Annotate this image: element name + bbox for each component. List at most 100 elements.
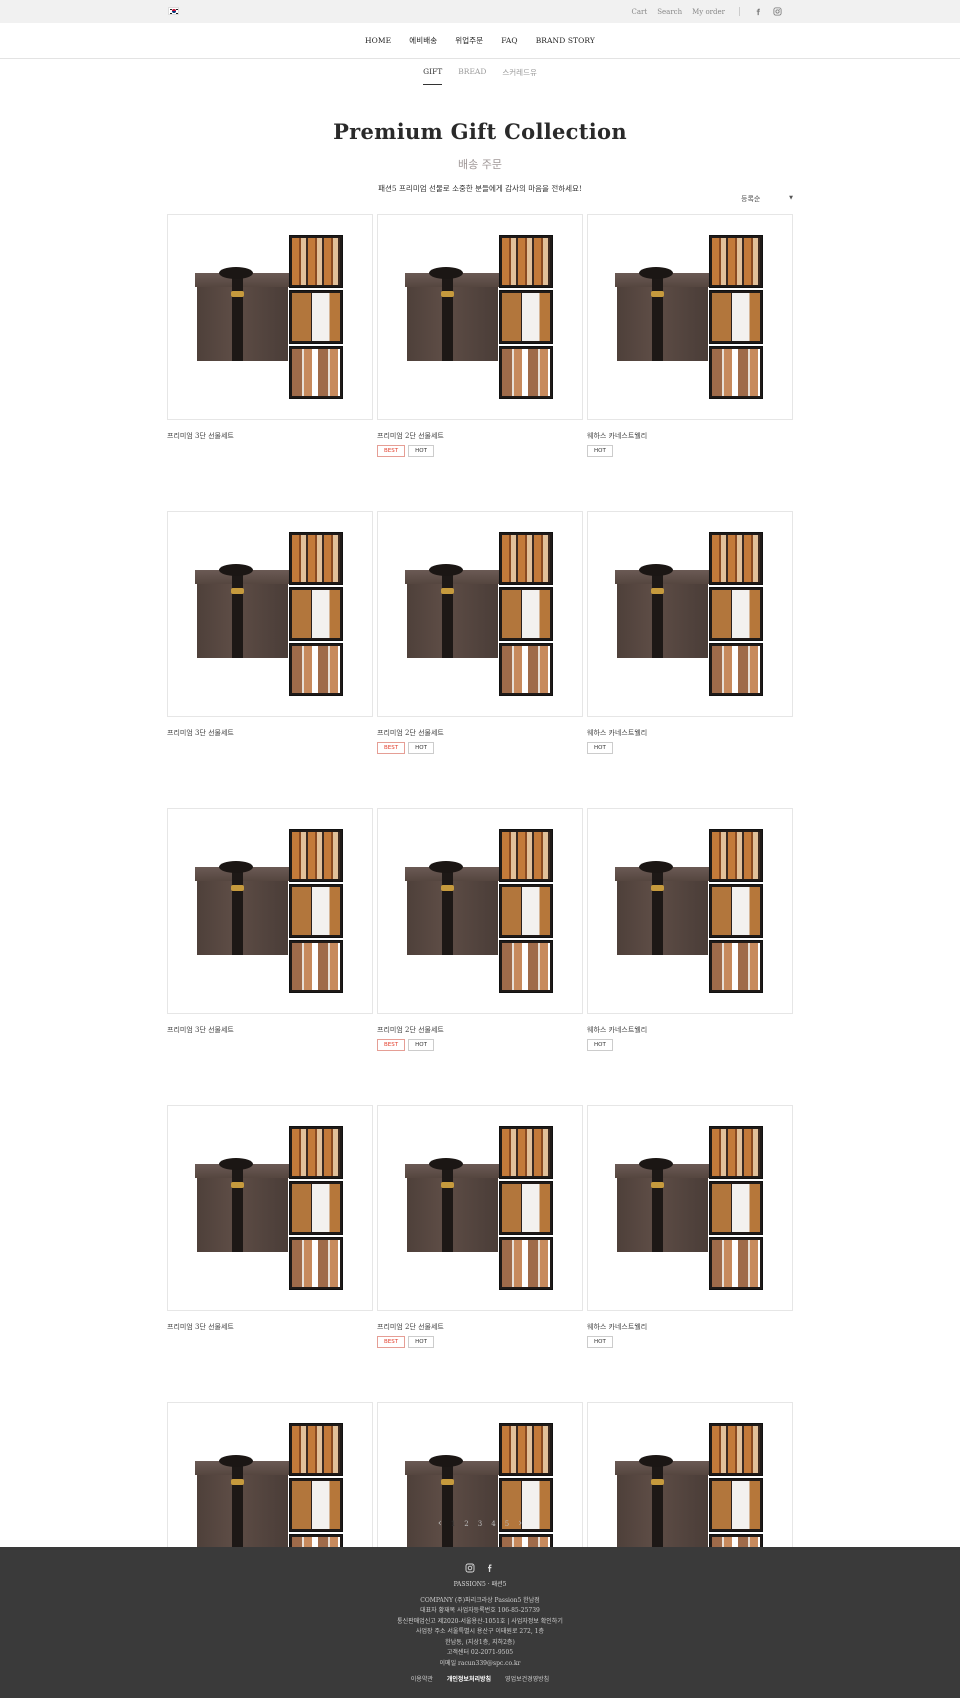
product-name[interactable]: 웨하스 카네스트웰리	[587, 1025, 793, 1035]
product-image[interactable]	[167, 1105, 373, 1311]
hot-badge: HOT	[587, 1336, 613, 1348]
prev-page-icon[interactable]: ‹	[438, 1518, 442, 1529]
my-order-link[interactable]: My order	[692, 8, 725, 16]
product-name[interactable]: 프리미엄 3단 선물세트	[167, 431, 373, 441]
product-image[interactable]	[167, 808, 373, 1014]
nav-home[interactable]: HOME	[364, 36, 392, 45]
product-image[interactable]	[587, 1105, 793, 1311]
gift-box-graphic	[195, 267, 290, 361]
instagram-icon[interactable]	[773, 7, 782, 16]
gift-box-graphic	[405, 1158, 500, 1252]
product-badges: HOT	[587, 1039, 793, 1051]
facebook-icon[interactable]	[754, 7, 763, 16]
health-policy-link[interactable]: 영업보건경영방침	[505, 1675, 549, 1686]
product-image[interactable]	[167, 511, 373, 717]
product-card[interactable]: 프리미엄 2단 선물세트 BESTHOT	[377, 1105, 583, 1348]
product-name[interactable]: 웨하스 카네스트웰리	[587, 431, 793, 441]
main-nav: HOME 에비배송 위업주문 FAQ BRAND STORY	[0, 23, 960, 59]
product-badges: BESTHOT	[377, 1039, 583, 1051]
search-link[interactable]: Search	[657, 8, 682, 16]
product-image[interactable]	[167, 214, 373, 420]
product-card[interactable]: 프리미엄 3단 선물세트	[167, 1105, 373, 1348]
product-image[interactable]	[377, 1105, 583, 1311]
product-card[interactable]: 프리미엄 2단 선물세트 BESTHOT	[377, 808, 583, 1051]
product-name[interactable]: 프리미엄 3단 선물세트	[167, 1025, 373, 1035]
gift-trays-graphic	[289, 829, 343, 993]
best-badge: BEST	[377, 1039, 406, 1051]
product-badges: HOT	[587, 1336, 793, 1348]
product-name[interactable]: 웨하스 카네스트웰리	[587, 1322, 793, 1332]
product-card[interactable]: 프리미엄 3단 선물세트	[167, 214, 373, 457]
page-3[interactable]: 3	[478, 1520, 482, 1528]
gift-trays-graphic	[499, 235, 553, 399]
tab-bread[interactable]: BREAD	[458, 67, 486, 85]
terms-link[interactable]: 이용약관	[411, 1675, 433, 1686]
product-name[interactable]: 웨하스 카네스트웰리	[587, 728, 793, 738]
page-1[interactable]: 1	[451, 1520, 455, 1528]
product-image[interactable]	[377, 808, 583, 1014]
gift-trays-graphic	[709, 532, 763, 696]
gift-box-graphic	[405, 267, 500, 361]
product-name[interactable]: 프리미엄 2단 선물세트	[377, 1025, 583, 1035]
tab-gift[interactable]: GIFT	[423, 67, 443, 85]
product-badges	[167, 445, 373, 457]
product-card[interactable]: 웨하스 카네스트웰리 HOT	[587, 511, 793, 754]
nav-delivery[interactable]: 에비배송	[408, 35, 438, 46]
gift-trays-graphic	[289, 1126, 343, 1290]
gift-trays-graphic	[289, 532, 343, 696]
product-image[interactable]	[587, 511, 793, 717]
product-name[interactable]: 프리미엄 3단 선물세트	[167, 728, 373, 738]
product-image[interactable]	[587, 214, 793, 420]
page-4[interactable]: 4	[491, 1520, 495, 1528]
hot-badge: HOT	[408, 1039, 434, 1051]
cart-link[interactable]: Cart	[632, 8, 648, 16]
product-card[interactable]: 웨하스 카네스트웰리 HOT	[587, 808, 793, 1051]
tab-scarf[interactable]: 스커레드유	[502, 67, 537, 85]
nav-brand-story[interactable]: BRAND STORY	[535, 36, 596, 45]
facebook-icon[interactable]	[485, 1563, 495, 1573]
product-card[interactable]: 웨하스 카네스트웰리 HOT	[587, 214, 793, 457]
nav-corporate-order[interactable]: 위업주문	[454, 35, 484, 46]
chevron-down-icon: ▼	[789, 195, 793, 201]
footer-info-line: 사업장 주소 서울특별시 용산구 이태원로 272, 1층	[416, 1628, 544, 1635]
sort-select[interactable]: 등록순 ▼	[741, 194, 793, 204]
product-card[interactable]: 프리미엄 2단 선물세트 BESTHOT	[377, 214, 583, 457]
sort-label: 등록순	[741, 195, 761, 203]
page-2[interactable]: 2	[464, 1520, 468, 1528]
gift-box-graphic	[615, 1455, 710, 1549]
nav-faq[interactable]: FAQ	[500, 36, 518, 45]
category-tabs: GIFT BREAD 스커레드유	[0, 67, 960, 91]
gift-box-graphic	[405, 564, 500, 658]
gift-box-graphic	[615, 564, 710, 658]
product-name[interactable]: 프리미엄 2단 선물세트	[377, 431, 583, 441]
product-name[interactable]: 프리미엄 2단 선물세트	[377, 728, 583, 738]
gift-trays-graphic	[499, 532, 553, 696]
gift-trays-graphic	[499, 1126, 553, 1290]
gift-trays-graphic	[289, 235, 343, 399]
product-name[interactable]: 프리미엄 2단 선물세트	[377, 1322, 583, 1332]
product-badges: BESTHOT	[377, 445, 583, 457]
footer-info-line: 고객센터 02-2071-9505	[446, 1649, 514, 1656]
product-card[interactable]: 웨하스 카네스트웰리 HOT	[587, 1105, 793, 1348]
gift-trays-graphic	[709, 235, 763, 399]
product-card[interactable]: 프리미엄 3단 선물세트	[167, 808, 373, 1051]
page-description: 패션5 프리미엄 선물로 소중한 분들에게 감사의 마음을 전하세요!	[378, 184, 582, 193]
footer-info-line: 대표자 황재복 사업자등록번호 106-85-25739	[420, 1607, 540, 1614]
product-image[interactable]	[377, 511, 583, 717]
footer: PASSION5 · 패션5 COMPANY (주)파리크라상 Passion5…	[0, 1547, 960, 1698]
gift-box-graphic	[195, 1455, 290, 1549]
product-image[interactable]	[377, 214, 583, 420]
footer-info-line: COMPANY (주)파리크라상 Passion5 한남점	[420, 1596, 540, 1604]
product-name[interactable]: 프리미엄 3단 선물세트	[167, 1322, 373, 1332]
next-page-icon[interactable]: ›	[518, 1518, 522, 1529]
product-card[interactable]: 프리미엄 2단 선물세트 BESTHOT	[377, 511, 583, 754]
product-card[interactable]: 프리미엄 3단 선물세트	[167, 511, 373, 754]
privacy-policy-link[interactable]: 개인정보처리방침	[447, 1675, 491, 1686]
product-badges: HOT	[587, 742, 793, 754]
hot-badge: HOT	[408, 1336, 434, 1348]
product-image[interactable]	[587, 808, 793, 1014]
instagram-icon[interactable]	[465, 1563, 475, 1573]
footer-info-line: 이메일 racun339@spc.co.kr	[439, 1659, 521, 1667]
page-5[interactable]: 5	[505, 1520, 509, 1528]
korea-flag-icon[interactable]	[168, 7, 179, 15]
